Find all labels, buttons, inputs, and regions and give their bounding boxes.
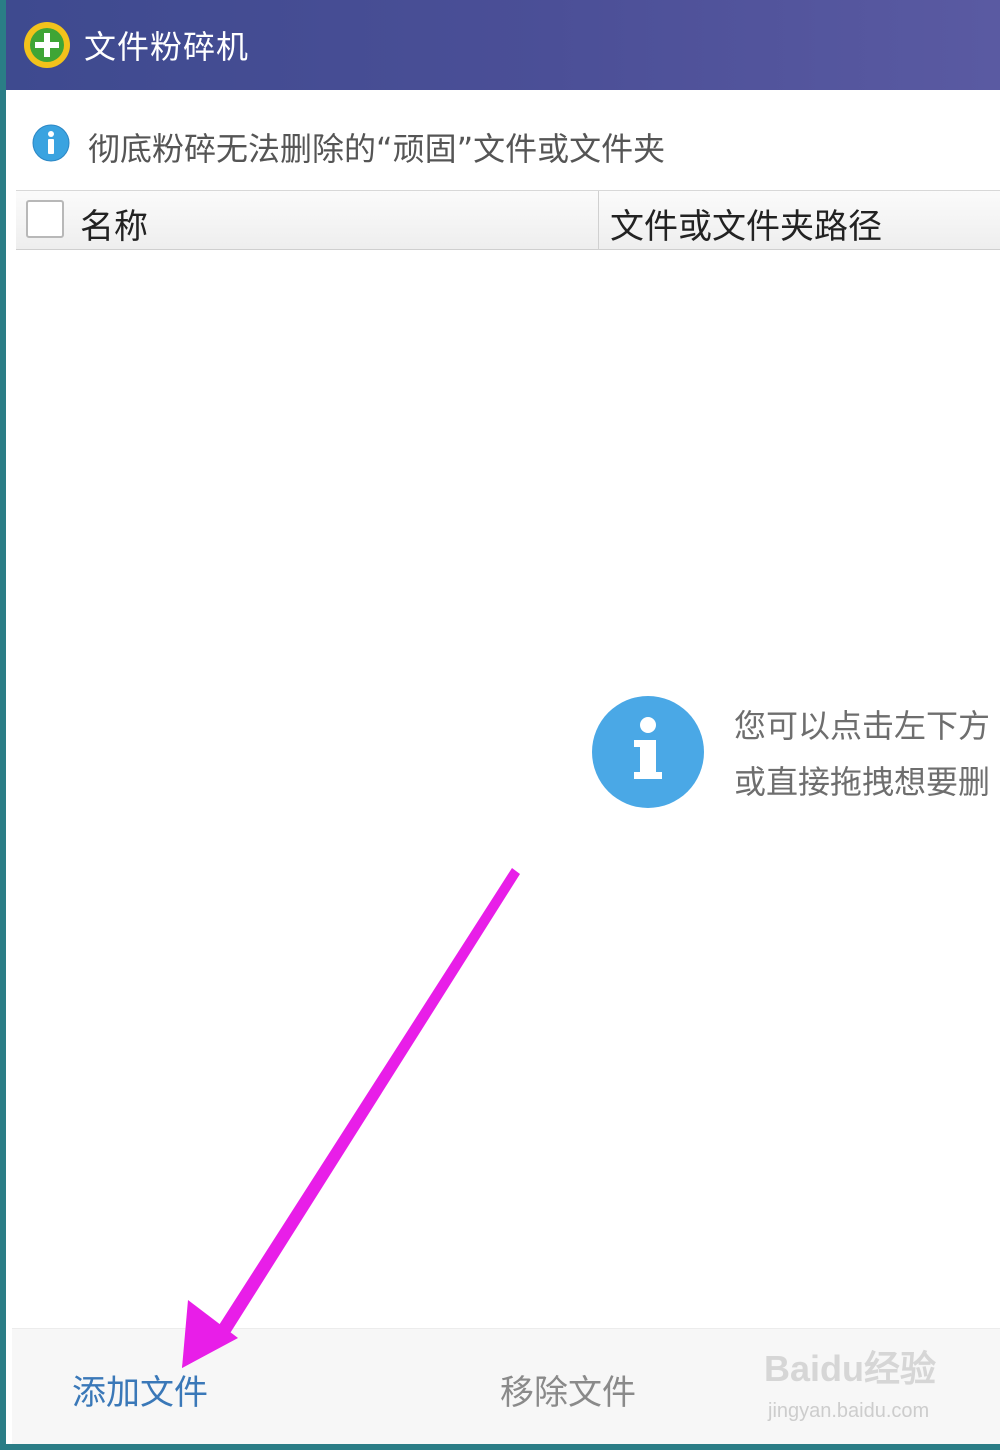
hint-line-1: 您可以点击左下方 — [734, 707, 991, 745]
baidu-watermark: Baidu经验 jingyan.baidu.com — [758, 1340, 958, 1432]
app-logo-icon — [24, 22, 70, 68]
file-shredder-window: 文件粉碎机 彻底粉碎无法删除的“顽固”文件或文件夹 名称 文件或文件夹路径 您可… — [0, 0, 1000, 1450]
watermark-brand: Baidu经验 — [764, 1348, 937, 1389]
info-icon — [592, 696, 704, 808]
hint-line-2: 或直接拖拽想要删 — [734, 763, 991, 801]
select-all-checkbox[interactable] — [26, 200, 64, 238]
empty-list-hint: 您可以点击左下方 或直接拖拽想要删 — [734, 698, 1000, 810]
info-bar: 彻底粉碎无法删除的“顽固”文件或文件夹 — [12, 90, 1000, 190]
column-header-path[interactable]: 文件或文件夹路径 — [610, 199, 882, 248]
window-title: 文件粉碎机 — [84, 28, 250, 66]
add-file-button[interactable]: 添加文件 — [72, 1365, 208, 1414]
file-list[interactable]: 您可以点击左下方 或直接拖拽想要删 — [16, 250, 1000, 1328]
info-bar-text: 彻底粉碎无法删除的“顽固”文件或文件夹 — [88, 130, 666, 168]
main-panel: 彻底粉碎无法删除的“顽固”文件或文件夹 名称 文件或文件夹路径 您可以点击左下方… — [12, 90, 1000, 1444]
remove-file-button[interactable]: 移除文件 — [500, 1365, 636, 1414]
column-divider[interactable] — [598, 191, 599, 251]
info-icon — [32, 124, 70, 162]
title-bar[interactable]: 文件粉碎机 — [6, 0, 1000, 90]
file-table-header: 名称 文件或文件夹路径 — [16, 190, 1000, 251]
watermark-url: jingyan.baidu.com — [768, 1400, 930, 1422]
column-header-name[interactable]: 名称 — [80, 199, 148, 248]
